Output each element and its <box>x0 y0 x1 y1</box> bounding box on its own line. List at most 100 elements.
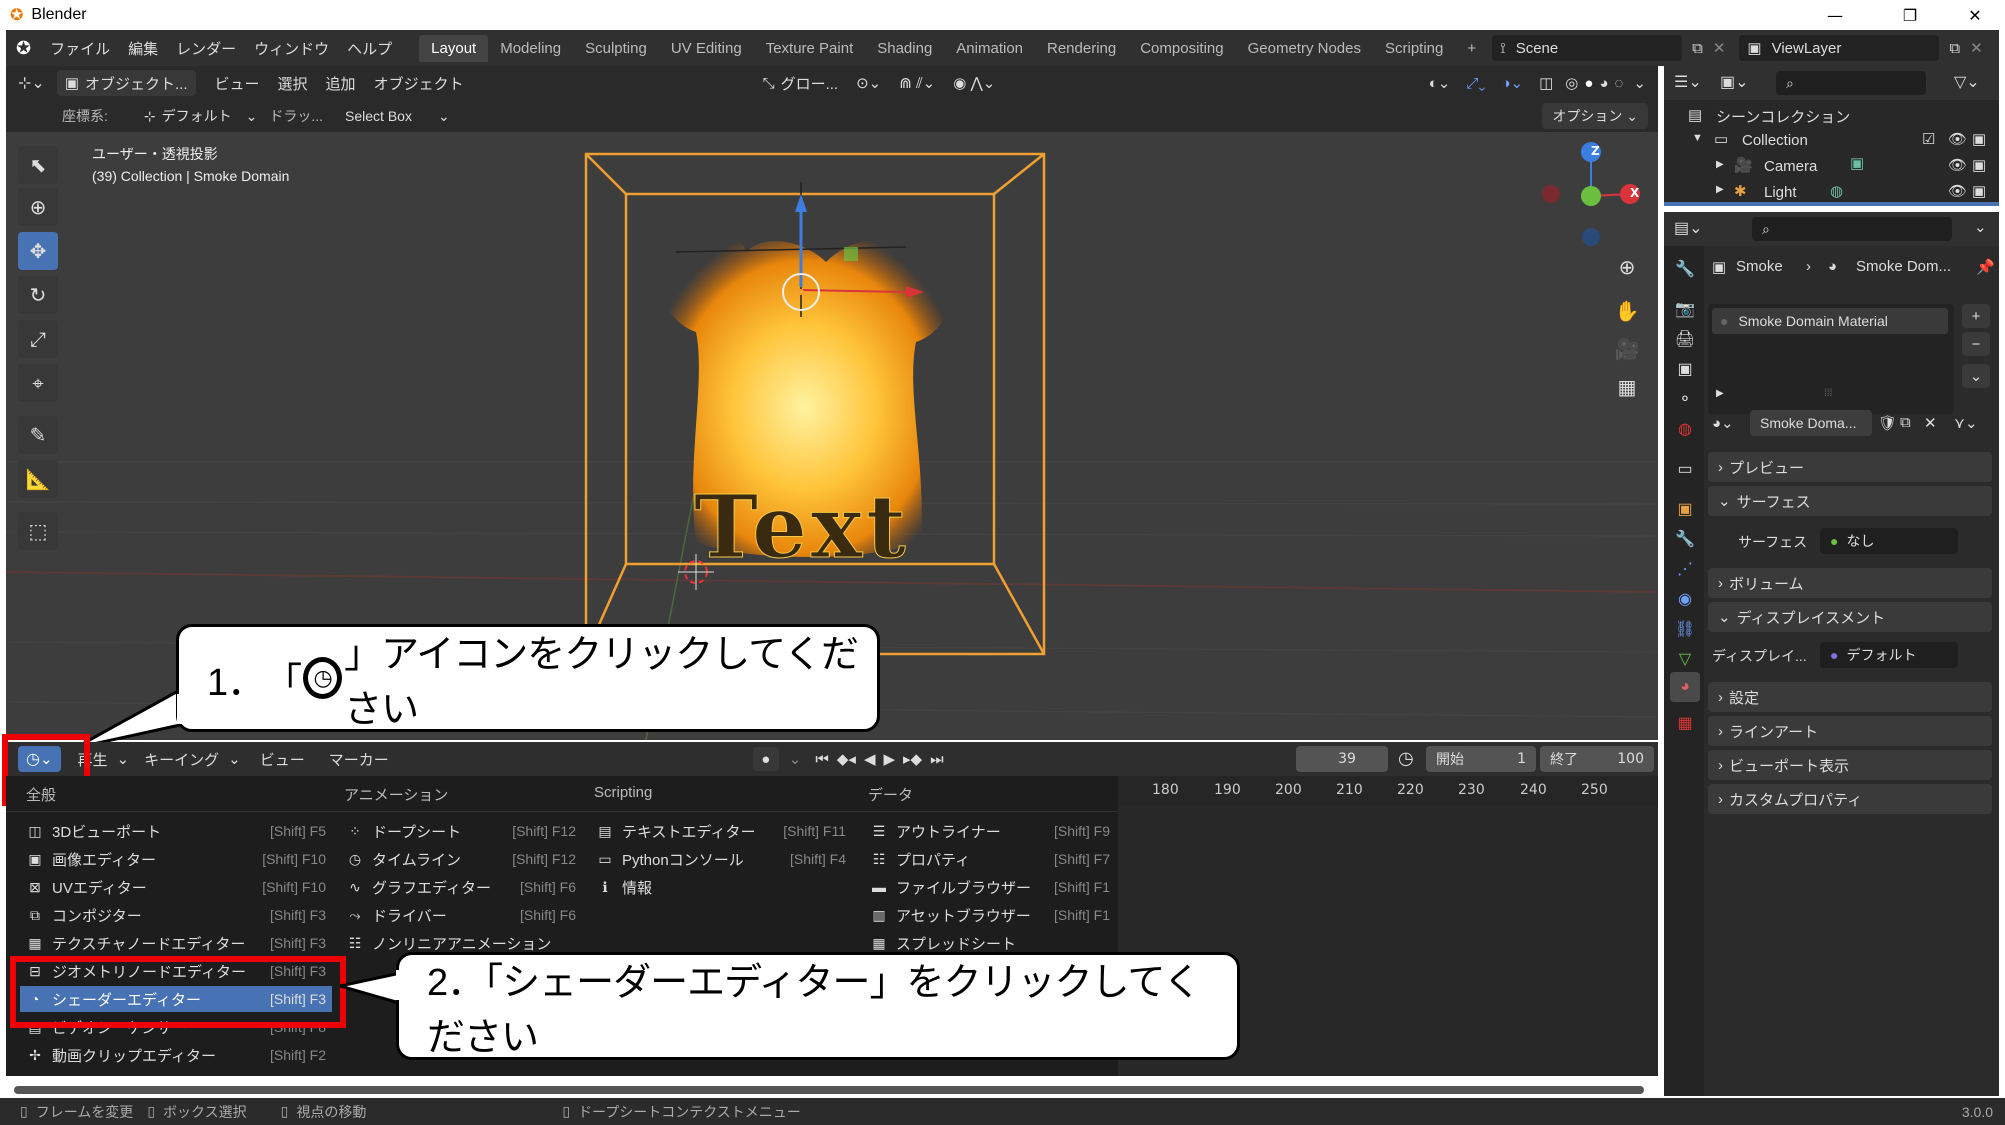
keying-dropdown-icon[interactable]: ⌄ <box>228 750 241 768</box>
menu-help[interactable]: ヘルプ <box>338 38 401 59</box>
drag-selector[interactable]: Select Box <box>345 108 412 124</box>
record-options-icon[interactable]: ⌄ <box>789 750 802 768</box>
menu-python-console[interactable]: ▭ Pythonコンソール [Shift] F4 <box>596 846 846 872</box>
shading-material-icon[interactable]: ◕ <box>1599 75 1608 92</box>
timeline-scrollbar[interactable] <box>14 1086 1644 1094</box>
outliner-item-collection[interactable]: Collection <box>1742 132 1808 149</box>
camera-view-icon[interactable]: 🎥 <box>1610 332 1644 366</box>
jump-end-icon[interactable]: ⏭ <box>930 751 944 768</box>
outliner-item-camera[interactable]: Camera <box>1764 158 1817 175</box>
collection-camera-icon[interactable]: ▣ <box>1972 130 1986 148</box>
collection-checkbox-icon[interactable]: ☑ <box>1922 130 1935 148</box>
nav-gizmo-x-label[interactable]: X <box>1630 186 1640 200</box>
new-scene-icon[interactable]: ⧉ <box>1692 40 1703 57</box>
panel-surface[interactable]: ⌄ サーフェス <box>1708 486 1992 516</box>
expand-camera-icon[interactable]: ▶ <box>1716 159 1724 170</box>
menu-properties[interactable]: ☷ プロパティ [Shift] F7 <box>870 846 1110 872</box>
pivot-icon[interactable]: ⊙⌄ <box>856 74 881 92</box>
menu-select[interactable]: 選択 <box>269 73 317 94</box>
panel-settings[interactable]: › 設定 <box>1708 682 1992 712</box>
delete-scene-icon[interactable]: ✕ <box>1713 39 1726 57</box>
menu-outliner[interactable]: ☰ アウトライナー [Shift] F9 <box>870 818 1110 844</box>
measure-tool-icon[interactable]: 📐 <box>18 460 58 498</box>
tab-compositing[interactable]: Compositing <box>1128 35 1235 62</box>
properties-search[interactable]: ⌕ <box>1752 217 1952 241</box>
minimize-button[interactable]: — <box>1810 0 1860 30</box>
new-viewlayer-icon[interactable]: ⧉ <box>1949 40 1960 57</box>
slot-resize-handle[interactable]: ⁞⁞⁞ <box>1824 388 1832 399</box>
constraints-tab-icon[interactable]: ⛓ <box>1670 614 1700 644</box>
menu-view[interactable]: ビュー <box>206 73 269 94</box>
menu-asset-browser[interactable]: ▥ アセットブラウザー [Shift] F1 <box>870 902 1110 928</box>
tab-texture-paint[interactable]: Texture Paint <box>754 35 866 62</box>
play-icon[interactable]: ▶ <box>883 750 895 768</box>
tab-rendering[interactable]: Rendering <box>1035 35 1128 62</box>
tab-shading[interactable]: Shading <box>865 35 944 62</box>
surface-field[interactable]: ● なし <box>1820 528 1958 554</box>
menu-add[interactable]: 追加 <box>317 73 365 94</box>
modifier-tab-icon[interactable]: 🔧 <box>1670 524 1700 554</box>
overlay-icon[interactable]: ◑⌄ <box>1501 74 1523 92</box>
panel-viewport-display[interactable]: › ビューポート表示 <box>1708 750 1992 780</box>
coords-value[interactable]: デフォルト <box>162 106 232 126</box>
playback-dropdown-icon[interactable]: ⌄ <box>117 750 130 768</box>
rotate-tool-icon[interactable]: ↻ <box>18 276 58 314</box>
fake-user-icon[interactable]: 🛡 <box>1878 414 1897 432</box>
texture-tab-icon[interactable]: ▦ <box>1670 708 1700 738</box>
delete-viewlayer-icon[interactable]: ✕ <box>1970 39 1983 57</box>
tab-modeling[interactable]: Modeling <box>488 35 573 62</box>
material-name-field[interactable]: Smoke Doma... <box>1750 410 1872 436</box>
panel-custom-properties[interactable]: › カスタムプロパティ <box>1708 784 1992 814</box>
ortho-grid-icon[interactable]: ▦ <box>1610 370 1644 404</box>
outliner-item-light[interactable]: Light <box>1764 184 1797 201</box>
panel-volume[interactable]: › ボリューム <box>1708 568 1992 598</box>
menu-file-browser[interactable]: ▬ ファイルブラウザー [Shift] F1 <box>870 874 1110 900</box>
menu-graph-editor[interactable]: ∿ グラフエディター [Shift] F6 <box>346 874 576 900</box>
view-layer-tab-icon[interactable]: ▣ <box>1670 354 1700 384</box>
filter-icon[interactable]: ▽⌄ <box>1954 72 1980 92</box>
menu-movie-clip-editor[interactable]: ✢ 動画クリップエディター [Shift] F2 <box>26 1042 326 1068</box>
properties-options-icon[interactable]: ⌄ <box>1974 218 1987 236</box>
tab-sculpting[interactable]: Sculpting <box>573 35 659 62</box>
menu-info[interactable]: ℹ 情報 <box>596 874 846 900</box>
menu-3d-viewport[interactable]: ◫ 3Dビューポート [Shift] F5 <box>26 818 326 844</box>
start-frame-field[interactable]: 開始 1 <box>1426 746 1536 772</box>
outliner-editor-icon[interactable]: ☰⌄ <box>1674 72 1702 92</box>
menu-image-editor[interactable]: ▣ 画像エディター [Shift] F10 <box>26 846 326 872</box>
panel-preview[interactable]: › プレビュー <box>1708 452 1992 482</box>
gizmo-icon[interactable]: ⤢⌄ <box>1466 75 1485 92</box>
pin-icon[interactable]: 📌 <box>1976 258 1995 276</box>
object-tab-icon[interactable]: ▣ <box>1670 494 1700 524</box>
scene-selector[interactable]: ⟟ Scene <box>1492 35 1683 61</box>
current-frame-field[interactable]: 39 <box>1296 746 1388 772</box>
tab-animation[interactable]: Animation <box>944 35 1035 62</box>
xray-icon[interactable]: ◫ <box>1539 74 1553 92</box>
menu-uv-editor[interactable]: ⊠ UVエディター [Shift] F10 <box>26 874 326 900</box>
unlink-material-icon[interactable]: ✕ <box>1924 414 1937 432</box>
node-icon[interactable]: ⋎⌄ <box>1954 414 1978 432</box>
particles-tab-icon[interactable]: ⋰ <box>1670 554 1700 584</box>
nav-gizmo-z-label[interactable]: Z <box>1591 144 1601 158</box>
blender-menu-icon[interactable]: ✪ <box>6 38 41 59</box>
collection-eye-icon[interactable]: 👁 <box>1948 130 1967 148</box>
data-tab-icon[interactable]: ▽ <box>1670 644 1700 674</box>
restore-button[interactable]: ❐ <box>1885 0 1935 30</box>
panel-lineart[interactable]: › ラインアート <box>1708 716 1992 746</box>
drag-dropdown-icon[interactable]: ⌄ <box>438 108 450 125</box>
outliner-search[interactable]: ⌕ <box>1776 71 1926 95</box>
tab-layout[interactable]: Layout <box>419 34 489 62</box>
annotate-tool-icon[interactable]: ✎ <box>18 416 58 454</box>
material-tab-icon[interactable]: ◕ <box>1670 672 1700 702</box>
shading-wireframe-icon[interactable]: ◎ <box>1565 74 1578 92</box>
menu-text-editor[interactable]: ▤ テキストエディター [Shift] F11 <box>596 818 846 844</box>
slot-expand-icon[interactable]: ▶ <box>1716 388 1724 399</box>
light-eye-icon[interactable]: 👁 <box>1948 182 1967 200</box>
menu-texture-node-editor[interactable]: ▦ テクスチャノードエディター [Shift] F3 <box>26 930 326 956</box>
camera-render-icon[interactable]: ▣ <box>1972 156 1986 174</box>
move-tool-icon[interactable]: ✥ <box>18 232 58 270</box>
scale-tool-icon[interactable]: ⤢ <box>18 320 58 358</box>
scene-collection-label[interactable]: シーンコレクション <box>1716 106 1850 127</box>
end-frame-field[interactable]: 終了 100 <box>1540 746 1654 772</box>
add-cube-tool-icon[interactable]: ⬚ <box>18 512 58 550</box>
transform-tool-icon[interactable]: ⌖ <box>18 364 58 402</box>
